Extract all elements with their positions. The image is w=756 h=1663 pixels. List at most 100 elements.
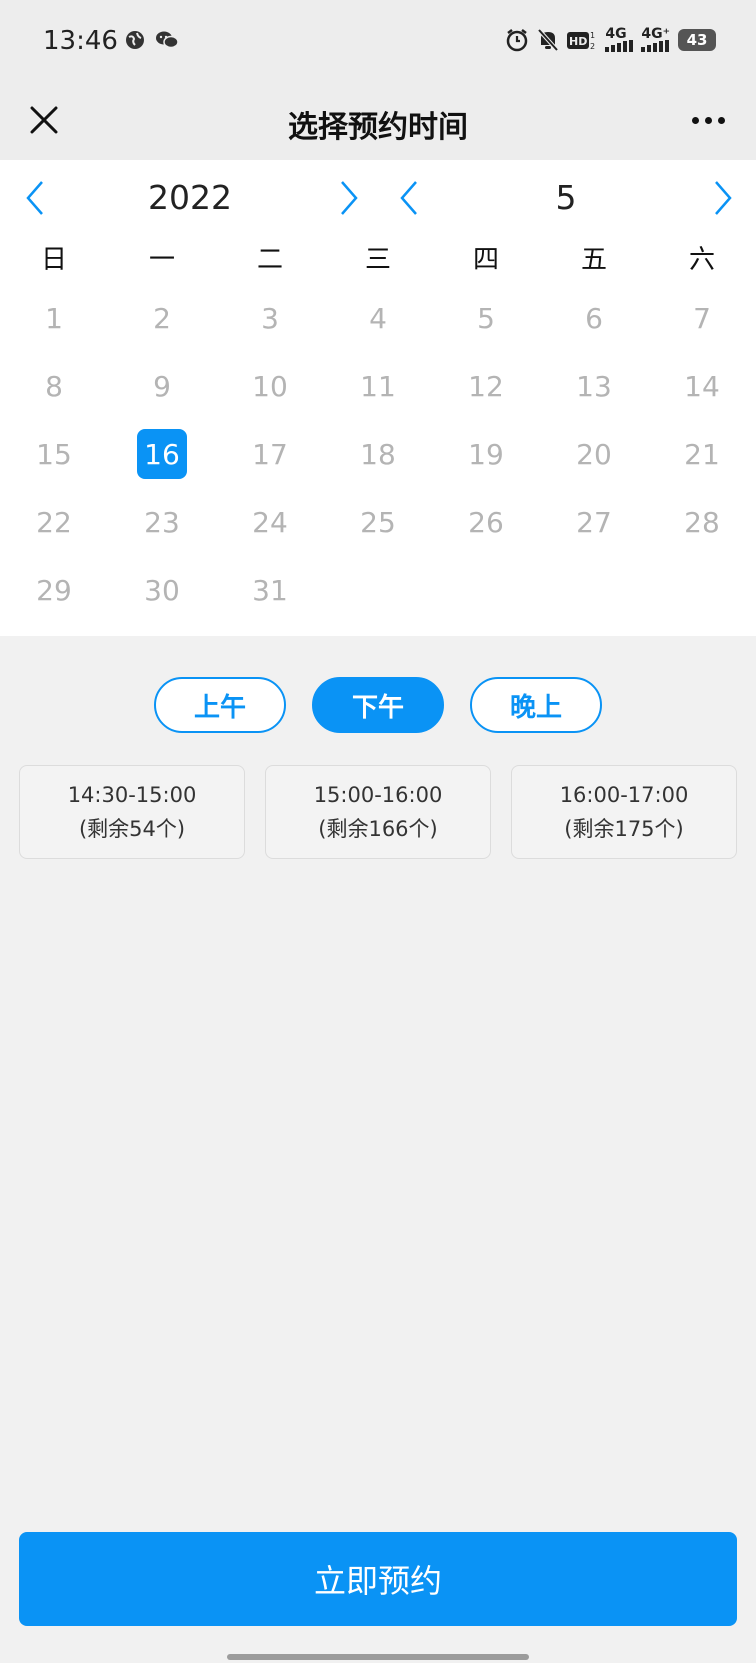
calendar-day-number: 18 (360, 437, 396, 471)
month-prev-icon[interactable] (392, 178, 428, 218)
calendar-day-number: 17 (252, 437, 288, 471)
calendar-day-number: 5 (477, 301, 495, 335)
calendar-day-selected[interactable]: 16 (108, 420, 216, 488)
hd-icon: HD 1 2 (567, 31, 595, 51)
calendar-day-number: 27 (576, 505, 612, 539)
calendar-day[interactable]: 26 (432, 488, 540, 556)
calendar-day[interactable]: 8 (0, 352, 108, 420)
time-slot-remaining: (剩余175个) (564, 817, 684, 841)
tab-afternoon[interactable]: 下午 (312, 677, 444, 733)
calendar-day[interactable]: 24 (216, 488, 324, 556)
calendar-day[interactable]: 2 (108, 284, 216, 352)
calendar-header: 2022 5 (0, 160, 756, 236)
weekday-sun: 日 (40, 245, 67, 275)
app-root: 13:46 HD 1 2 4G 4G⁺ 43 选择预约时间 2022 5 日 一… (0, 0, 756, 1663)
calendar-day-number: 16 (137, 429, 187, 479)
calendar-day[interactable]: 15 (0, 420, 108, 488)
calendar-day[interactable]: 10 (216, 352, 324, 420)
time-slot-card[interactable]: 14:30-15:00 (剩余54个) (19, 765, 245, 859)
weekday-thu: 四 (472, 245, 499, 275)
page-title: 选择预约时间 (288, 110, 468, 145)
calendar-day[interactable]: 14 (648, 352, 756, 420)
svg-text:2: 2 (590, 42, 595, 51)
calendar-day[interactable]: 19 (432, 420, 540, 488)
weekday-row: 日 一 二 三 四 五 六 (0, 236, 756, 284)
nav-bar: 选择预约时间 (0, 84, 756, 160)
time-slot-card[interactable]: 16:00-17:00 (剩余175个) (511, 765, 737, 859)
calendar-day-number: 22 (36, 505, 72, 539)
calendar-days-grid: 1 2 3 4 5 6 7 8 9 10 11 12 13 14 15 16 17 18 19 20 21 22 23 24 2… (0, 284, 756, 624)
time-slot-card[interactable]: 15:00-16:00 (剩余166个) (265, 765, 491, 859)
calendar-day[interactable]: 29 (0, 556, 108, 624)
calendar-day-number: 19 (468, 437, 504, 471)
calendar-day[interactable]: 5 (432, 284, 540, 352)
calendar-day[interactable]: 4 (324, 284, 432, 352)
tab-morning[interactable]: 上午 (154, 677, 286, 733)
calendar-day[interactable]: 12 (432, 352, 540, 420)
signal-bars-icon (605, 40, 634, 52)
calendar-day-number: 25 (360, 505, 396, 539)
book-now-button[interactable]: 立即预约 (19, 1532, 737, 1626)
calendar-day-number: 1 (45, 301, 63, 335)
time-slot-list: 14:30-15:00 (剩余54个) 15:00-16:00 (剩余166个) 16:… (19, 765, 737, 859)
calendar-day[interactable]: 1 (0, 284, 108, 352)
calendar: 2022 5 日 一 二 三 四 五 六 1 2 3 4 5 6 7 8 9 10 11 12 13 14… (0, 160, 756, 636)
time-slot-remaining: (剩余54个) (78, 817, 186, 841)
calendar-day[interactable]: 21 (648, 420, 756, 488)
calendar-day[interactable]: 23 (108, 488, 216, 556)
month-next-icon[interactable] (704, 178, 740, 218)
calendar-day[interactable]: 11 (324, 352, 432, 420)
weekday-fri: 五 (580, 245, 607, 275)
calendar-day-number: 13 (576, 369, 612, 403)
calendar-day-number: 6 (585, 301, 603, 335)
calendar-day-number: 15 (36, 437, 72, 471)
signal-bars-icon (641, 40, 670, 52)
battery-level: 43 (678, 29, 716, 51)
calendar-day-number: 31 (252, 573, 288, 607)
calendar-day[interactable]: 22 (0, 488, 108, 556)
calendar-day[interactable]: 28 (648, 488, 756, 556)
calendar-day[interactable]: 7 (648, 284, 756, 352)
alarm-icon (507, 29, 528, 52)
wechat-icon (156, 31, 179, 49)
weekday-tue: 二 (256, 245, 283, 275)
calendar-day[interactable]: 9 (108, 352, 216, 420)
calendar-day[interactable]: 27 (540, 488, 648, 556)
calendar-day[interactable]: 6 (540, 284, 648, 352)
weekday-mon: 一 (148, 245, 175, 275)
year-prev-icon[interactable] (18, 178, 54, 218)
calendar-day-number: 11 (360, 369, 396, 403)
svg-text:1: 1 (590, 31, 595, 40)
status-time: 13:46 (43, 26, 118, 56)
network-signal-2: 4G⁺ (641, 27, 670, 52)
svg-text:HD: HD (569, 35, 587, 48)
network-signal-1: 4G (605, 27, 634, 52)
more-dot (691, 116, 699, 124)
month-label: 5 (555, 178, 577, 217)
calendar-day-number: 4 (369, 301, 387, 335)
calendar-day[interactable]: 30 (108, 556, 216, 624)
globe-icon (126, 31, 144, 49)
status-left-icons (125, 30, 179, 50)
period-tabs: 上午 下午 晚上 (0, 677, 756, 735)
year-next-icon[interactable] (330, 178, 366, 218)
calendar-day-number: 12 (468, 369, 504, 403)
time-slot-range: 15:00-16:00 (313, 783, 443, 807)
calendar-day[interactable]: 31 (216, 556, 324, 624)
calendar-day-number: 9 (153, 369, 171, 403)
status-right-icons: HD 1 2 4G 4G⁺ 43 (505, 27, 716, 52)
calendar-day[interactable]: 3 (216, 284, 324, 352)
calendar-day-number: 14 (684, 369, 720, 403)
more-options-icon[interactable] (682, 98, 734, 142)
calendar-day[interactable]: 17 (216, 420, 324, 488)
time-slot-range: 14:30-15:00 (67, 783, 197, 807)
tab-evening[interactable]: 晚上 (470, 677, 602, 733)
year-label: 2022 (148, 178, 232, 217)
calendar-day[interactable]: 25 (324, 488, 432, 556)
calendar-day-number: 30 (144, 573, 180, 607)
calendar-day[interactable]: 20 (540, 420, 648, 488)
calendar-day[interactable]: 13 (540, 352, 648, 420)
home-indicator[interactable] (227, 1654, 529, 1660)
calendar-day-number: 2 (153, 301, 171, 335)
calendar-day[interactable]: 18 (324, 420, 432, 488)
